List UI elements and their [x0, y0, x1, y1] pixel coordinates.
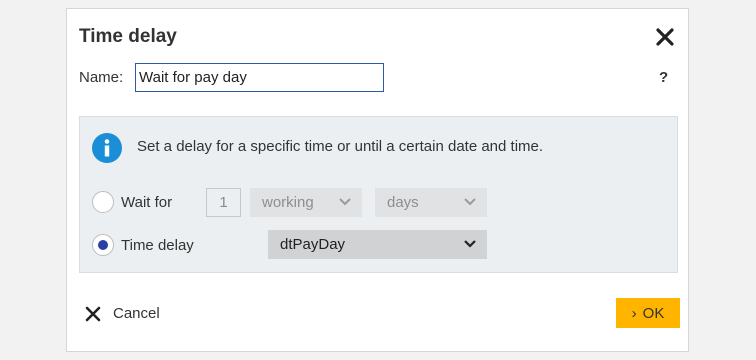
close-button[interactable]: [654, 26, 676, 48]
delay-options-panel: Set a delay for a specific time or until…: [79, 116, 678, 273]
wait-for-radio[interactable]: [92, 191, 114, 213]
time-delay-dialog: Time delay Name: ? Set a delay for a spe…: [66, 8, 689, 352]
unit-type-value: working: [262, 194, 314, 211]
chevron-down-icon: [464, 198, 476, 206]
wait-for-label: Wait for: [121, 194, 173, 211]
dialog-title: Time delay: [79, 26, 177, 47]
unit-select[interactable]: days: [375, 188, 487, 217]
info-text: Set a delay for a specific time or until…: [137, 138, 544, 155]
name-input[interactable]: [135, 63, 384, 92]
cancel-button[interactable]: Cancel: [85, 305, 160, 322]
date-variable-value: dtPayDay: [280, 236, 346, 253]
wait-amount-field[interactable]: 1: [206, 188, 241, 217]
ok-button[interactable]: › OK: [616, 298, 680, 328]
time-delay-label: Time delay: [121, 237, 194, 254]
close-icon: [656, 28, 674, 46]
cancel-label: Cancel: [113, 305, 160, 322]
wait-amount-value: 1: [219, 194, 228, 211]
help-button[interactable]: ?: [659, 69, 668, 86]
chevron-down-icon: [339, 198, 351, 206]
unit-value: days: [387, 194, 419, 211]
unit-type-select[interactable]: working: [250, 188, 362, 217]
close-icon: [85, 306, 101, 321]
chevron-down-icon: [464, 240, 476, 248]
date-variable-select[interactable]: dtPayDay: [268, 230, 487, 259]
time-delay-radio[interactable]: [92, 234, 114, 256]
info-icon: [92, 133, 122, 163]
chevron-right-icon: ›: [631, 304, 637, 322]
name-label: Name:: [79, 69, 124, 86]
ok-label: OK: [642, 304, 665, 322]
